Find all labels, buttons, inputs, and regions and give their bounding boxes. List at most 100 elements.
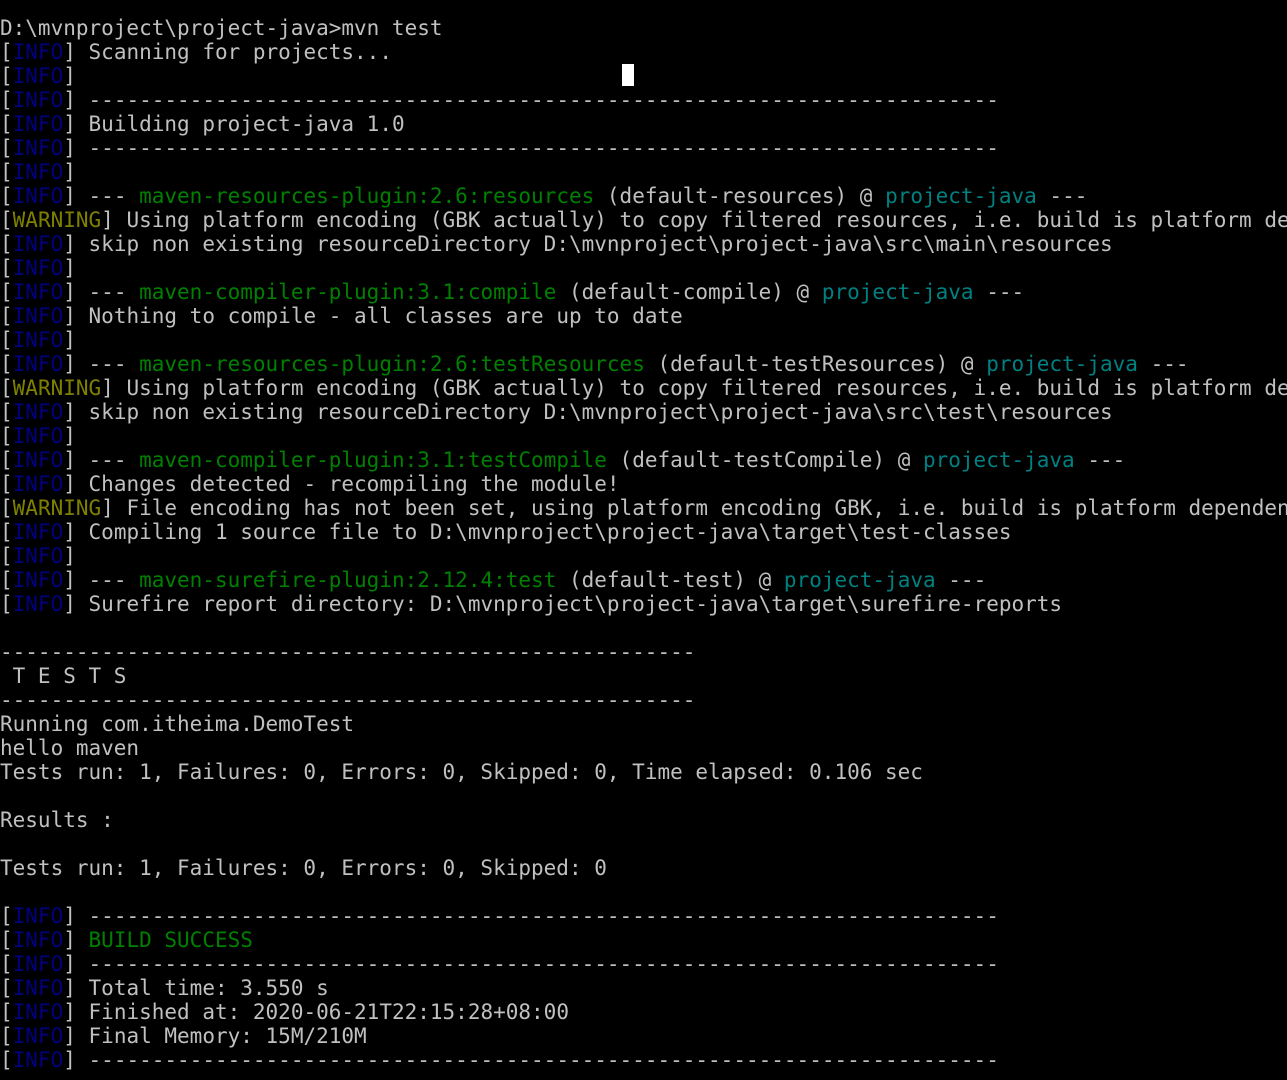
line-text: Building project-java 1.0	[75, 112, 405, 136]
execution-id: (default-resources) @	[594, 184, 886, 208]
console-line: [INFO] --- maven-compiler-plugin:3.1:tes…	[0, 448, 1287, 472]
plugin-prefix: ---	[75, 352, 140, 376]
log-level-tag: WARNING	[12, 376, 102, 400]
log-level-tag: WARNING	[12, 208, 102, 232]
line-text: ----------------------------------------…	[75, 88, 999, 112]
line-text: skip non existing resourceDirectory D:\m…	[75, 232, 1113, 256]
line-text: ----------------------------------------…	[75, 952, 999, 976]
line-text: Tests run: 1, Failures: 0, Errors: 0, Sk…	[0, 760, 923, 784]
console-line: [INFO] Nothing to compile - all classes …	[0, 304, 1287, 328]
log-level-tag: INFO	[12, 1048, 64, 1072]
console-line: [INFO] --- maven-surefire-plugin:2.12.4:…	[0, 568, 1287, 592]
plugin-prefix: ---	[75, 448, 140, 472]
level-bracket-open: [	[0, 328, 13, 352]
level-bracket-open: [	[0, 136, 13, 160]
artifact-id: project-java	[821, 280, 974, 304]
console-line: [WARNING] Using platform encoding (GBK a…	[0, 376, 1287, 400]
log-level-tag: INFO	[12, 544, 64, 568]
console-line: hello maven	[0, 736, 1287, 760]
line-text: Final Memory: 15M/210M	[75, 1024, 367, 1048]
level-bracket-close: ]	[101, 376, 114, 400]
level-bracket-close: ]	[101, 208, 114, 232]
console-line: T E S T S	[0, 664, 1287, 688]
console-line: [INFO] ---------------------------------…	[0, 952, 1287, 976]
level-bracket-open: [	[0, 904, 13, 928]
level-bracket-close: ]	[63, 352, 76, 376]
level-bracket-open: [	[0, 232, 13, 256]
console-output: D:\mvnproject\project-java>mvn test [INFO…	[0, 16, 1287, 1072]
line-text: Total time: 3.550 s	[75, 976, 329, 1000]
console-line: [WARNING] File encoding has not been set…	[0, 496, 1287, 520]
console-line: [INFO] Surefire report directory: D:\mvn…	[0, 592, 1287, 616]
log-level-tag: INFO	[12, 520, 64, 544]
level-bracket-close: ]	[63, 280, 76, 304]
level-bracket-open: [	[0, 976, 13, 1000]
level-bracket-open: [	[0, 208, 13, 232]
artifact-id: project-java	[922, 448, 1075, 472]
console-line: Results :	[0, 808, 1287, 832]
plugin-prefix: ---	[75, 568, 140, 592]
plugin-prefix: ---	[75, 280, 140, 304]
plugin-suffix: ---	[973, 280, 1025, 304]
level-bracket-close: ]	[63, 112, 76, 136]
level-bracket-close: ]	[63, 904, 76, 928]
line-text: Compiling 1 source file to D:\mvnproject…	[75, 520, 1012, 544]
line-text: skip non existing resourceDirectory D:\m…	[75, 400, 1113, 424]
artifact-id: project-java	[986, 352, 1138, 376]
plugin-suffix: ---	[1036, 184, 1088, 208]
line-text: D:\mvnproject\project-java>mvn test	[0, 16, 443, 40]
log-level-tag: INFO	[12, 472, 64, 496]
console-line: ----------------------------------------…	[0, 688, 1287, 712]
level-bracket-open: [	[0, 544, 13, 568]
terminal-window[interactable]: D:\mvnproject\project-java>mvn test [INFO…	[0, 0, 1287, 1080]
console-line: [INFO]	[0, 160, 1287, 184]
log-level-tag: INFO	[12, 40, 64, 64]
level-bracket-open: [	[0, 520, 13, 544]
console-line: [INFO] ---------------------------------…	[0, 1048, 1287, 1072]
log-level-tag: INFO	[12, 160, 64, 184]
line-text: ----------------------------------------…	[0, 688, 696, 712]
level-bracket-close: ]	[63, 472, 76, 496]
console-line: [INFO] --- maven-resources-plugin:2.6:re…	[0, 184, 1287, 208]
level-bracket-close: ]	[63, 88, 76, 112]
execution-id: (default-testCompile) @	[606, 448, 923, 472]
level-bracket-open: [	[0, 1048, 13, 1072]
console-line: [INFO] Total time: 3.550 s	[0, 976, 1287, 1000]
level-bracket-close: ]	[63, 1024, 76, 1048]
level-bracket-open: [	[0, 1024, 13, 1048]
level-bracket-close: ]	[63, 136, 76, 160]
log-level-tag: INFO	[12, 184, 64, 208]
level-bracket-close: ]	[63, 160, 76, 184]
level-bracket-close: ]	[63, 400, 76, 424]
line-text: File encoding has not been set, using pl…	[113, 496, 1287, 520]
level-bracket-open: [	[0, 112, 13, 136]
log-level-tag: INFO	[12, 1000, 64, 1024]
level-bracket-open: [	[0, 592, 13, 616]
line-text: T E S T S	[0, 664, 127, 688]
level-bracket-open: [	[0, 1000, 13, 1024]
console-line: [INFO] --- maven-resources-plugin:2.6:te…	[0, 352, 1287, 376]
line-text: Changes detected - recompiling the modul…	[75, 472, 620, 496]
level-bracket-open: [	[0, 280, 13, 304]
level-bracket-close: ]	[63, 424, 76, 448]
line-text: Nothing to compile - all classes are up …	[75, 304, 683, 328]
level-bracket-close: ]	[63, 568, 76, 592]
log-level-tag: INFO	[12, 352, 64, 376]
console-line: [INFO] ---------------------------------…	[0, 904, 1287, 928]
level-bracket-close: ]	[63, 592, 76, 616]
level-bracket-open: [	[0, 496, 13, 520]
log-level-tag: INFO	[12, 952, 64, 976]
log-level-tag: INFO	[12, 1024, 64, 1048]
console-line: D:\mvnproject\project-java>mvn test	[0, 16, 1287, 40]
log-level-tag: INFO	[12, 88, 64, 112]
log-level-tag: INFO	[12, 136, 64, 160]
level-bracket-close: ]	[63, 1000, 76, 1024]
log-level-tag: INFO	[12, 424, 64, 448]
console-line: [INFO] Compiling 1 source file to D:\mvn…	[0, 520, 1287, 544]
level-bracket-close: ]	[63, 520, 76, 544]
line-text: Running com.itheima.DemoTest	[0, 712, 355, 736]
console-line: [INFO] ---------------------------------…	[0, 88, 1287, 112]
